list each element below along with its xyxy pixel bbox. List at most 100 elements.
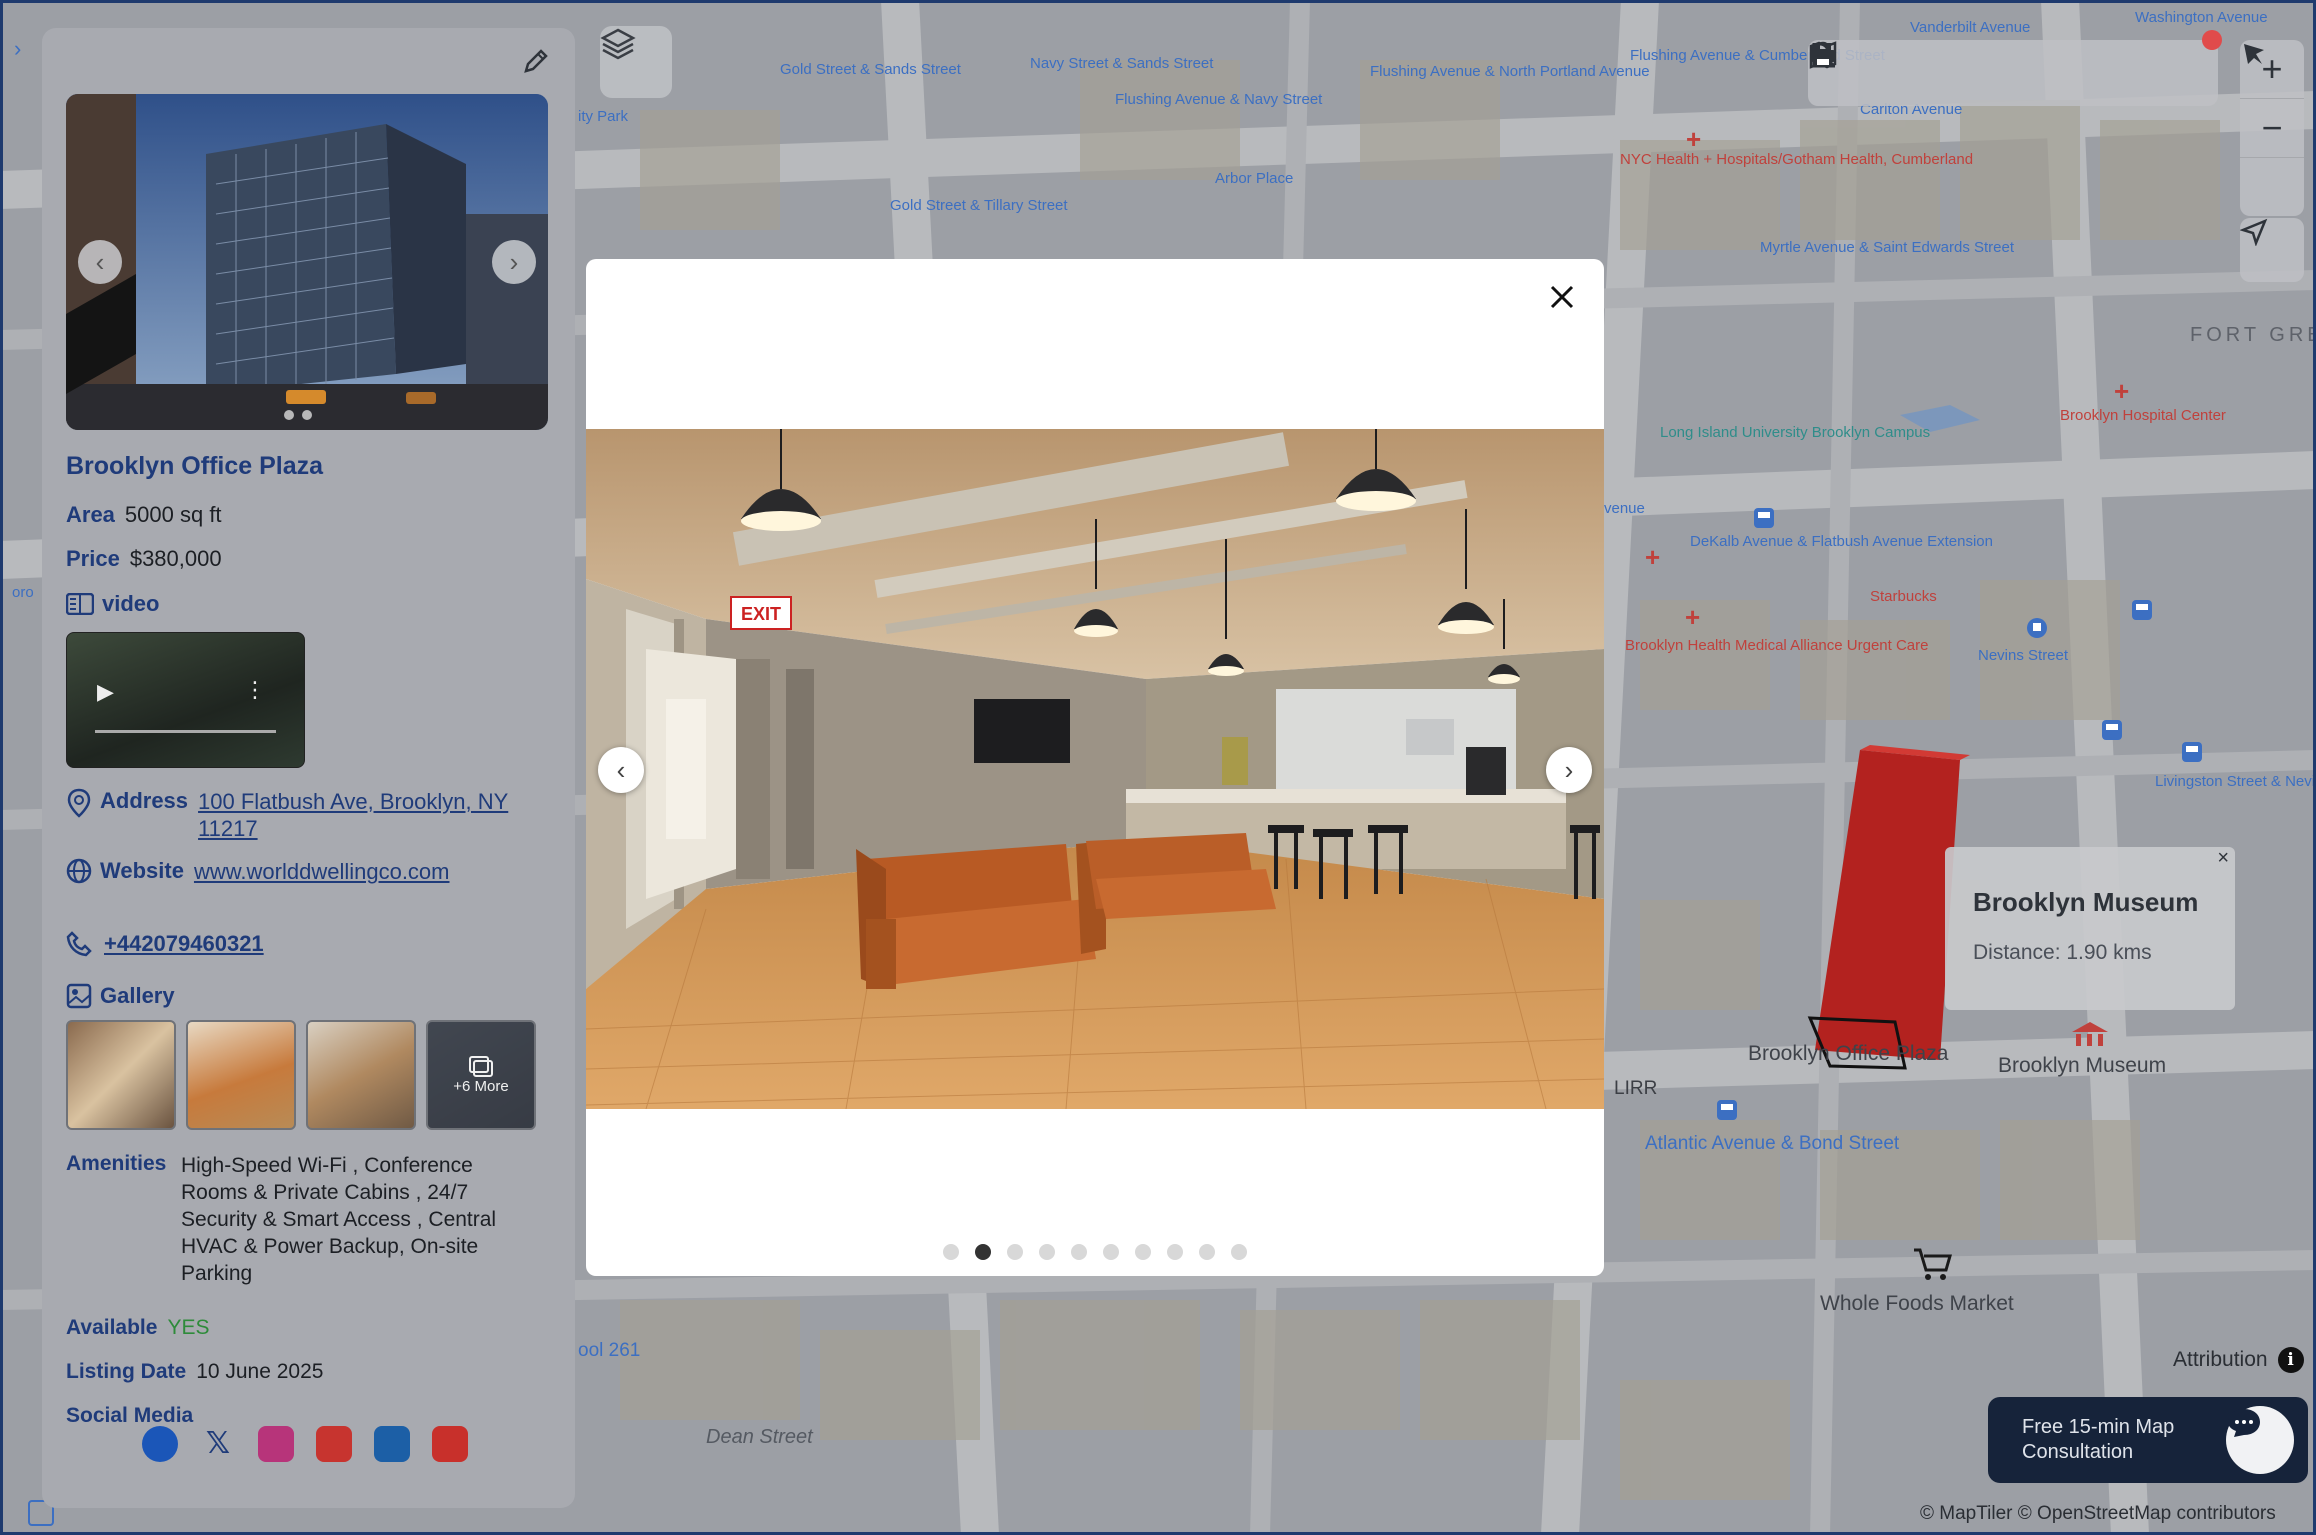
amenities-value: High-Speed Wi-Fi , Conference Rooms & Pr… — [181, 1154, 497, 1285]
slide-dot[interactable] — [943, 1244, 959, 1260]
chevron-right-icon[interactable]: › — [14, 36, 21, 62]
slide-dot[interactable] — [1039, 1244, 1055, 1260]
consultation-button[interactable]: Free 15-min Map Consultation — [1988, 1397, 2308, 1483]
compass-button[interactable] — [2240, 44, 2304, 216]
facebook-icon[interactable] — [142, 1426, 178, 1462]
gallery-thumbnail[interactable] — [66, 1020, 176, 1130]
exit-sign-text: EXIT — [741, 604, 781, 624]
map-label-neighborhood: FORT GREENE — [2190, 324, 2316, 346]
bus-stop-icon — [1754, 508, 1774, 528]
modal-prev-button[interactable]: ‹ — [598, 747, 644, 793]
area-row: Area 5000 sq ft — [66, 502, 222, 528]
slide-dot[interactable] — [1007, 1244, 1023, 1260]
video-label: video — [102, 591, 160, 616]
notification-dot — [2202, 30, 2222, 50]
location-pin-icon — [67, 788, 91, 818]
attribution-toggle[interactable]: Attribution i — [2173, 1347, 2304, 1373]
zoom-controls: + − — [2240, 40, 2304, 216]
phone-link[interactable]: +442079460321 — [104, 931, 264, 957]
hero-next-button[interactable]: › — [492, 240, 536, 284]
map-label: Brooklyn Health Medical Alliance Urgent … — [1625, 638, 1928, 654]
modal-next-button[interactable]: › — [1546, 747, 1592, 793]
bus-stop-icon — [2102, 720, 2122, 740]
attribution-label: Attribution — [2173, 1348, 2268, 1371]
video-progress-bar[interactable] — [95, 730, 276, 733]
bus-stop-icon — [2132, 600, 2152, 620]
info-icon: i — [2277, 1347, 2304, 1373]
poi-close-button[interactable]: × — [2217, 847, 2229, 870]
slide-dot[interactable] — [1231, 1244, 1247, 1260]
amenities-row: Amenities High-Speed Wi-Fi , Conference … — [66, 1152, 536, 1287]
measure-button[interactable] — [1812, 43, 2117, 95]
area-label: Area — [66, 502, 115, 527]
listing-hero-image[interactable]: ‹ › — [66, 94, 548, 430]
x-icon[interactable]: 𝕏 — [200, 1426, 236, 1462]
hospital-icon: + — [1645, 542, 1661, 572]
location-person-button[interactable] — [1814, 41, 2035, 95]
gallery-thumbnail[interactable] — [306, 1020, 416, 1130]
linkedin-icon[interactable] — [374, 1426, 410, 1462]
office-lounge-photo: EXIT — [586, 429, 1604, 1109]
video-icon — [66, 593, 94, 615]
map-label: LIRR — [1614, 1078, 1658, 1099]
layers-button[interactable] — [600, 26, 672, 98]
map-label: Arbor Place — [1215, 170, 1294, 187]
locate-me-button[interactable] — [2240, 218, 2304, 282]
hospital-icon: + — [1686, 124, 1702, 154]
slide-dot[interactable] — [1199, 1244, 1215, 1260]
map-copyright: © MapTiler © OpenStreetMap contributors — [1920, 1503, 2276, 1524]
website-row: Website www.worlddwellingco.com — [66, 858, 464, 885]
building-photo — [66, 94, 548, 430]
address-link[interactable]: 100 Flatbush Ave, Brooklyn, NY 11217 — [198, 788, 528, 842]
modal-close-button[interactable] — [1542, 277, 1582, 317]
gallery-more-label: +6 More — [453, 1077, 509, 1095]
bus-stop-icon — [1717, 1100, 1737, 1120]
hero-prev-button[interactable]: ‹ — [78, 240, 122, 284]
video-section-header: video — [66, 591, 159, 617]
hospital-icon: + — [2114, 376, 2130, 406]
slide-dot[interactable] — [1071, 1244, 1087, 1260]
chat-button[interactable] — [2226, 1406, 2294, 1474]
gallery-thumbnail[interactable] — [186, 1020, 296, 1130]
chevron-right-icon: › — [1564, 754, 1574, 785]
website-label: Website — [100, 858, 184, 883]
print-button[interactable] — [1811, 43, 2199, 95]
listing-date-row: Listing Date 10 June 2025 — [66, 1360, 323, 1384]
slide-dot[interactable] — [1167, 1244, 1183, 1260]
website-link[interactable]: www.worlddwellingco.com — [194, 858, 464, 885]
tiktok-icon[interactable] — [316, 1426, 352, 1462]
slide-pagination — [586, 1244, 1604, 1260]
edit-button[interactable] — [521, 46, 551, 81]
layers-icon — [600, 28, 636, 60]
search-button[interactable] — [1810, 42, 1953, 95]
video-player[interactable]: ▶ ⋮ — [66, 632, 305, 768]
gallery-main-image[interactable]: EXIT — [586, 429, 1604, 1109]
youtube-icon[interactable] — [432, 1426, 468, 1462]
zoom-out-button[interactable]: − — [2240, 99, 2304, 158]
map-label: Gold Street & Sands Street — [780, 61, 961, 78]
available-row: Available YES — [66, 1316, 209, 1340]
subway-icon — [2027, 618, 2047, 638]
phone-icon — [66, 931, 92, 957]
available-label: Available — [66, 1316, 158, 1339]
map-label: venue — [1604, 500, 1645, 517]
social-media-label: Social Media — [66, 1404, 194, 1427]
chat-bubble-icon — [2228, 1409, 2260, 1437]
instagram-icon[interactable] — [258, 1426, 294, 1462]
slide-dot[interactable] — [1135, 1244, 1151, 1260]
amenities-label: Amenities — [66, 1152, 167, 1175]
gallery-more-thumbnail[interactable]: +6 More — [426, 1020, 536, 1130]
navigation-arrow-icon — [2240, 218, 2268, 246]
price-row: Price $380,000 — [66, 546, 222, 572]
chevron-right-icon: › — [509, 246, 519, 277]
phone-row: +442079460321 — [66, 931, 264, 957]
consultation-label: Free 15-min Map Consultation — [2022, 1416, 2175, 1463]
play-icon[interactable]: ▶ — [97, 679, 114, 705]
poi-distance: Distance: 1.90 kms — [1973, 941, 2152, 964]
map-label: Flushing Avenue & North Portland Avenue — [1370, 63, 1650, 80]
slide-dot[interactable] — [975, 1244, 991, 1260]
slide-dot[interactable] — [1103, 1244, 1119, 1260]
address-label: Address — [100, 788, 189, 813]
map-label: ity Park — [578, 108, 629, 125]
more-vertical-icon[interactable]: ⋮ — [244, 677, 266, 703]
